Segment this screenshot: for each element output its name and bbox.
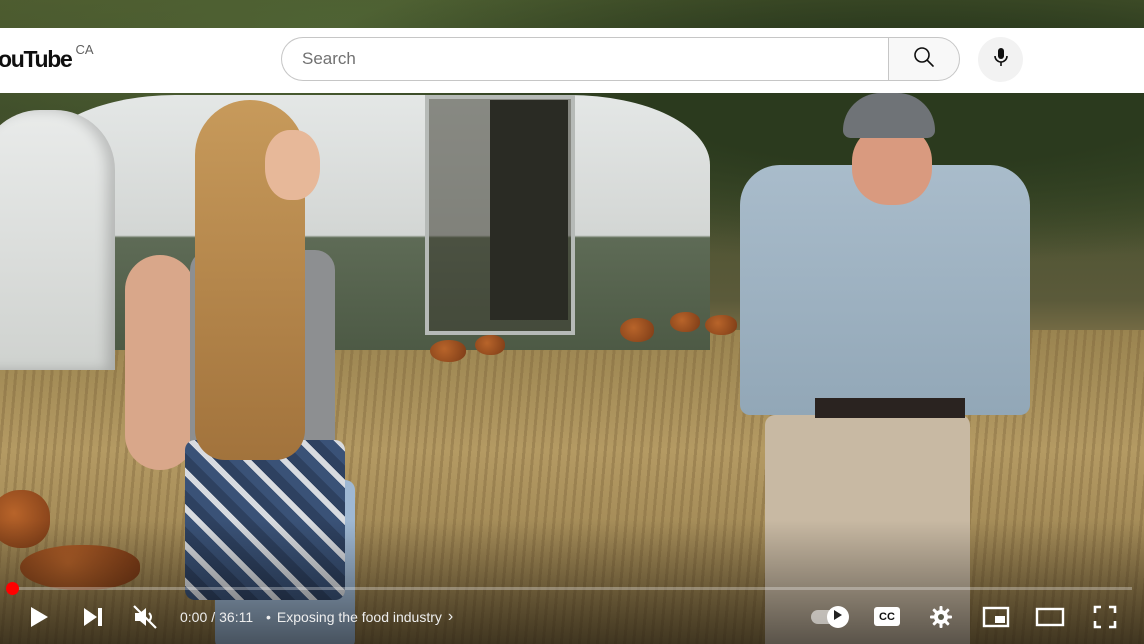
search-button[interactable] <box>888 37 960 81</box>
country-code: CA <box>75 42 94 57</box>
person-man-belt <box>815 398 965 418</box>
time-separator: / <box>211 609 216 625</box>
chapter-title: Exposing the food industry <box>276 609 442 625</box>
next-icon <box>82 606 104 628</box>
fullscreen-button[interactable] <box>1090 603 1120 631</box>
autoplay-knob[interactable] <box>827 606 849 628</box>
next-button[interactable] <box>80 604 106 630</box>
autoplay-play-icon <box>833 608 843 626</box>
gear-icon <box>929 605 953 629</box>
play-button[interactable] <box>26 604 52 630</box>
person-woman-face <box>265 130 320 200</box>
greenhouse-left <box>0 110 115 370</box>
theater-mode-button[interactable] <box>1034 603 1066 631</box>
time-display: 0:00 / 36:11 <box>180 607 253 627</box>
chicken <box>430 340 466 362</box>
play-icon <box>28 605 50 629</box>
microphone-icon <box>989 45 1013 74</box>
chicken <box>475 335 505 355</box>
settings-button[interactable] <box>927 603 955 631</box>
chapter-button[interactable]: • Exposing the food industry › <box>266 607 453 627</box>
search-icon <box>912 45 936 74</box>
chicken <box>670 312 700 332</box>
progress-scrubber[interactable] <box>6 582 19 595</box>
person-woman-arm <box>125 255 195 470</box>
captions-icon: CC <box>879 610 895 623</box>
chicken <box>705 315 737 335</box>
muted-volume-icon <box>132 604 158 630</box>
controls-gradient <box>0 520 1144 644</box>
time-total: 36:11 <box>219 609 254 625</box>
voice-search-button[interactable] <box>978 37 1023 82</box>
search-input[interactable] <box>300 48 864 70</box>
time-current: 0:00 <box>180 609 208 625</box>
chapter-dot: • <box>266 609 271 625</box>
mute-button[interactable] <box>130 603 160 631</box>
captions-button[interactable]: CC <box>874 607 900 626</box>
theater-mode-icon <box>1035 606 1065 628</box>
youtube-logo[interactable]: ouTube CA <box>0 42 94 73</box>
miniplayer-icon <box>982 606 1010 628</box>
greenhouse-doorway <box>490 100 568 320</box>
chevron-right-icon: › <box>447 608 454 625</box>
chicken <box>620 318 654 342</box>
search-box <box>281 37 888 81</box>
miniplayer-button[interactable] <box>981 603 1011 631</box>
progress-bar[interactable] <box>12 587 1132 590</box>
fullscreen-icon <box>1093 605 1117 629</box>
logo-text: ouTube <box>0 46 73 72</box>
masthead: ouTube CA <box>0 28 1144 93</box>
